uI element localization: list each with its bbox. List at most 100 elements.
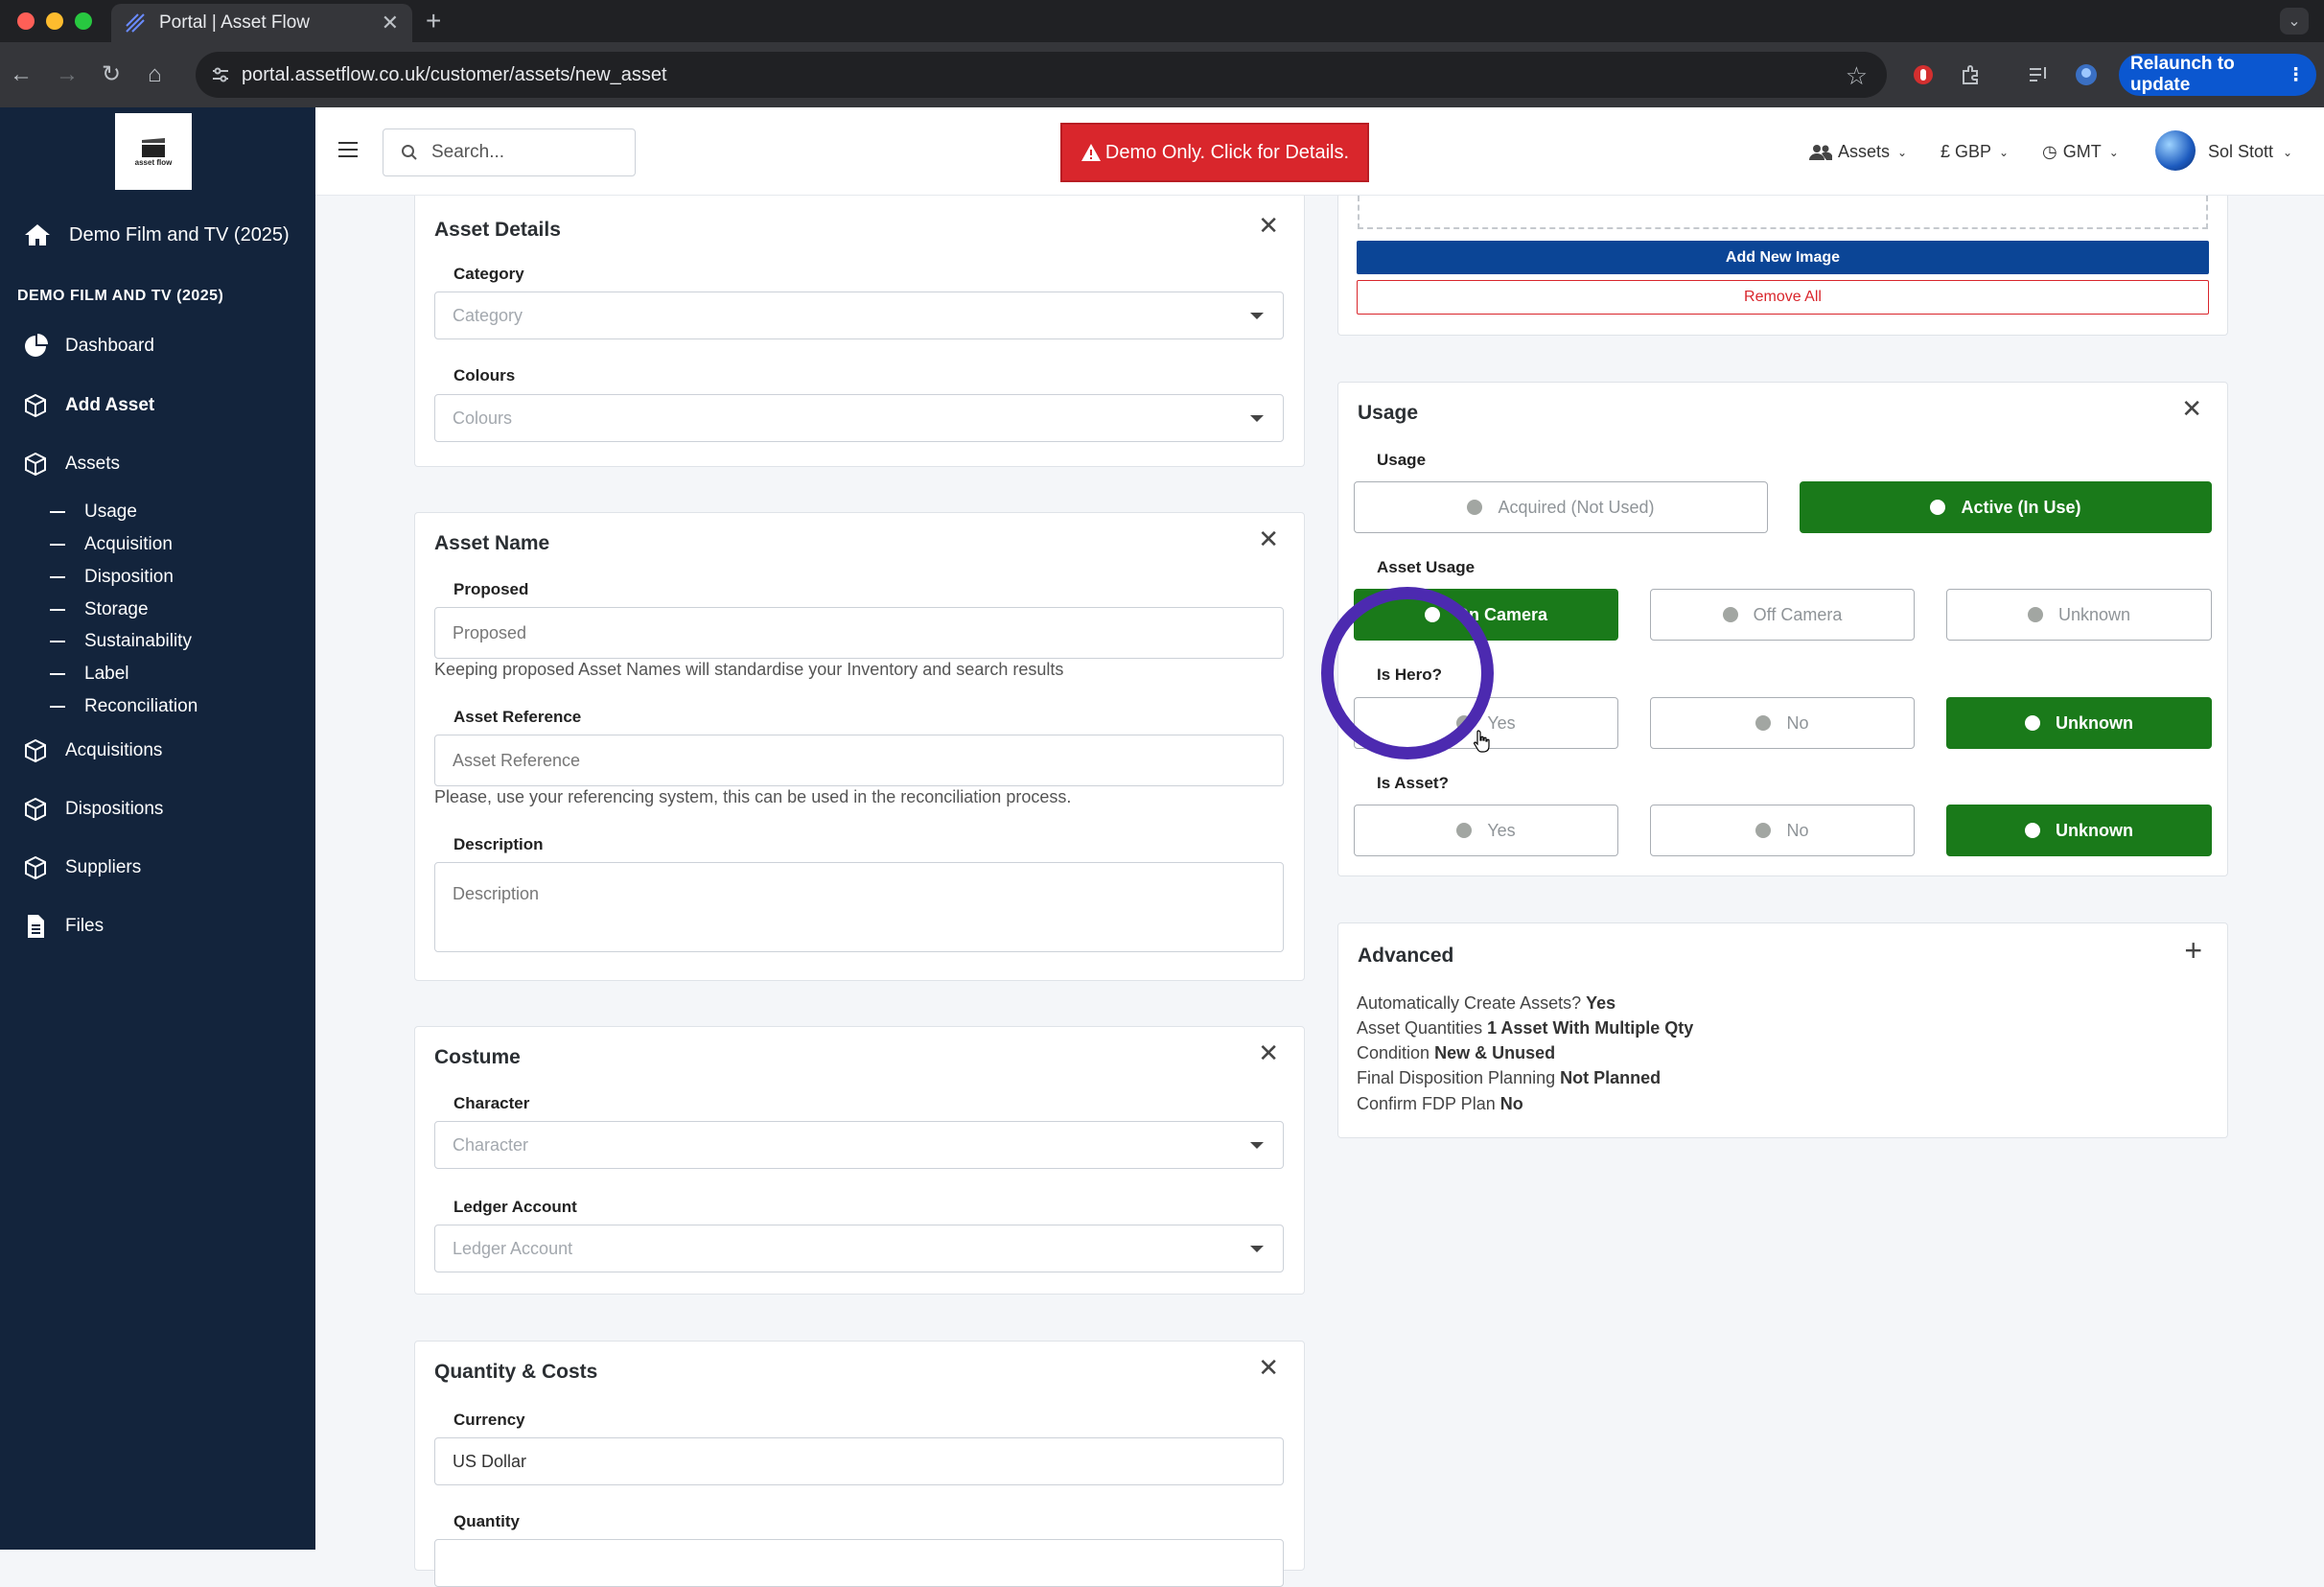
demo-banner-button[interactable]: Demo Only. Click for Details. bbox=[1060, 123, 1369, 182]
quantity-input[interactable] bbox=[434, 1539, 1284, 1587]
hand-cursor-icon bbox=[1473, 730, 1490, 753]
card-title: Asset Details bbox=[434, 219, 561, 241]
more-options-icon[interactable]: ⋮ bbox=[2287, 64, 2305, 86]
user-avatar[interactable] bbox=[2155, 130, 2196, 171]
timezone-dropdown[interactable]: ◷ GMT ⌄ bbox=[2042, 142, 2119, 162]
option-label: Unknown bbox=[2057, 604, 2131, 624]
sidebar-subitem-label: Acquisition bbox=[84, 534, 173, 554]
ledger-account-select[interactable]: Ledger Account bbox=[434, 1225, 1284, 1272]
is-asset-option-unknown[interactable]: Unknown bbox=[1946, 805, 2212, 856]
category-placeholder: Category bbox=[453, 305, 523, 325]
expand-plus-icon[interactable]: + bbox=[2184, 933, 2202, 969]
user-dropdown[interactable]: Sol Stott ⌄ bbox=[2208, 142, 2292, 162]
assets-dropdown[interactable]: Assets ⌄ bbox=[1809, 142, 1907, 162]
browser-chrome: Portal | Asset Flow ✕ + ⌄ ← → ↻ ⌂ portal… bbox=[0, 0, 2324, 107]
card-title: Usage bbox=[1358, 402, 1419, 424]
extensions-puzzle-icon[interactable] bbox=[1960, 63, 1983, 86]
asset-reference-input[interactable]: Asset Reference bbox=[434, 735, 1284, 786]
is-hero-option-no[interactable]: No bbox=[1650, 697, 1915, 749]
sidebar-subitem-usage[interactable]: Usage bbox=[50, 502, 137, 523]
relaunch-label: Relaunch to update bbox=[2130, 54, 2235, 95]
sidebar-subitem-reconciliation[interactable]: Reconciliation bbox=[50, 696, 198, 717]
hamburger-menu-icon[interactable] bbox=[338, 142, 358, 157]
advanced-line-value: 1 Asset With Multiple Qty bbox=[1487, 1018, 1694, 1038]
sidebar-subitem-label: Label bbox=[84, 664, 129, 684]
usage-option-active[interactable]: Active (In Use) bbox=[1800, 481, 2212, 533]
colours-select[interactable]: Colours bbox=[434, 394, 1284, 442]
proposed-label: Proposed bbox=[453, 580, 529, 598]
media-controls-icon[interactable] bbox=[2027, 63, 2050, 86]
caret-down-icon bbox=[1250, 313, 1264, 319]
sidebar-subitem-disposition[interactable]: Disposition bbox=[50, 567, 174, 588]
back-icon[interactable]: ← bbox=[10, 63, 33, 86]
profile-avatar-icon[interactable] bbox=[2075, 63, 2098, 86]
tab-title: Portal | Asset Flow bbox=[159, 12, 310, 33]
radio-dot-icon bbox=[2027, 607, 2043, 622]
relaunch-to-update-button[interactable]: Relaunch to update ⋮ bbox=[2119, 54, 2316, 96]
sidebar-subitem-label-page[interactable]: Label bbox=[50, 664, 129, 685]
sidebar-item-dashboard[interactable]: Dashboard bbox=[23, 334, 154, 359]
add-new-image-button[interactable]: Add New Image bbox=[1357, 241, 2209, 274]
radio-dot-icon bbox=[1755, 823, 1772, 838]
currency-input[interactable]: US Dollar bbox=[434, 1437, 1284, 1485]
close-card-icon[interactable]: ✕ bbox=[2181, 394, 2202, 424]
asset-usage-option-off-camera[interactable]: Off Camera bbox=[1650, 589, 1915, 641]
character-label: Character bbox=[453, 1094, 530, 1112]
sidebar-subitem-label: Sustainability bbox=[84, 631, 192, 651]
advanced-line-value: Yes bbox=[1586, 993, 1616, 1013]
proposed-help-text: Keeping proposed Asset Names will standa… bbox=[434, 660, 1064, 679]
asset-details-card: Asset Details ✕ Category Category Colour… bbox=[414, 196, 1305, 467]
close-window-button[interactable] bbox=[17, 12, 35, 30]
search-input[interactable]: Search... bbox=[383, 128, 636, 176]
new-tab-icon[interactable]: + bbox=[426, 6, 441, 36]
category-select[interactable]: Category bbox=[434, 292, 1284, 339]
close-tab-icon[interactable]: ✕ bbox=[382, 11, 399, 35]
sidebar-item-acquisitions[interactable]: Acquisitions bbox=[23, 738, 162, 763]
image-dropzone[interactable] bbox=[1358, 196, 2208, 229]
close-card-icon[interactable]: ✕ bbox=[1258, 211, 1279, 241]
radio-dot-icon bbox=[1722, 607, 1738, 622]
sidebar-item-assets[interactable]: Assets bbox=[23, 452, 120, 477]
minimize-window-button[interactable] bbox=[46, 12, 63, 30]
close-card-icon[interactable]: ✕ bbox=[1258, 525, 1279, 554]
is-hero-option-unknown[interactable]: Unknown bbox=[1946, 697, 2212, 749]
maximize-window-button[interactable] bbox=[75, 12, 92, 30]
close-card-icon[interactable]: ✕ bbox=[1258, 1039, 1279, 1068]
sidebar-item-suppliers[interactable]: Suppliers bbox=[23, 855, 141, 880]
sidebar-org-link[interactable]: Demo Film and TV (2025) bbox=[23, 222, 290, 247]
home-icon[interactable]: ⌂ bbox=[148, 63, 162, 86]
character-select[interactable]: Character bbox=[434, 1121, 1284, 1169]
is-asset-option-yes[interactable]: Yes bbox=[1354, 805, 1618, 856]
bookmark-star-icon[interactable]: ☆ bbox=[1846, 61, 1868, 91]
usage-option-acquired[interactable]: Acquired (Not Used) bbox=[1354, 481, 1768, 533]
site-settings-icon[interactable] bbox=[211, 65, 230, 84]
sidebar-subitem-storage[interactable]: Storage bbox=[50, 599, 149, 620]
browser-tab[interactable]: Portal | Asset Flow ✕ bbox=[111, 4, 412, 42]
extension-red-icon[interactable] bbox=[1912, 63, 1935, 86]
radio-dot-icon bbox=[1456, 823, 1473, 838]
is-asset-option-no[interactable]: No bbox=[1650, 805, 1915, 856]
sidebar-item-files[interactable]: Files bbox=[23, 914, 104, 939]
advanced-line: Asset Quantities 1 Asset With Multiple Q… bbox=[1357, 1018, 1693, 1039]
proposed-input[interactable]: Proposed bbox=[434, 607, 1284, 659]
currency-dropdown[interactable]: £ GBP ⌄ bbox=[1941, 142, 2009, 162]
option-label: Active (In Use) bbox=[1961, 497, 2081, 517]
remove-all-images-button[interactable]: Remove All bbox=[1357, 280, 2209, 315]
sidebar-subitem-sustainability[interactable]: Sustainability bbox=[50, 631, 192, 652]
sidebar-subitem-acquisition[interactable]: Acquisition bbox=[50, 534, 173, 555]
asset-usage-option-unknown[interactable]: Unknown bbox=[1946, 589, 2212, 641]
sidebar-item-dispositions[interactable]: Dispositions bbox=[23, 797, 163, 822]
reload-icon[interactable]: ↻ bbox=[102, 63, 121, 86]
timezone-dropdown-label: GMT bbox=[2062, 142, 2102, 161]
sidebar-item-add-asset[interactable]: Add Asset bbox=[23, 393, 154, 418]
asset-flow-logo[interactable]: asset flow bbox=[115, 113, 192, 190]
description-textarea[interactable]: Description bbox=[434, 862, 1284, 952]
address-bar[interactable]: portal.assetflow.co.uk/customer/assets/n… bbox=[196, 52, 1887, 98]
close-card-icon[interactable]: ✕ bbox=[1258, 1353, 1279, 1383]
radio-dot-icon bbox=[2025, 715, 2040, 731]
tab-search-chevron-icon[interactable]: ⌄ bbox=[2280, 8, 2309, 35]
currency-label: Currency bbox=[453, 1411, 525, 1429]
forward-icon[interactable]: → bbox=[56, 63, 79, 86]
dash-icon bbox=[50, 641, 65, 642]
cube-icon bbox=[25, 393, 46, 418]
